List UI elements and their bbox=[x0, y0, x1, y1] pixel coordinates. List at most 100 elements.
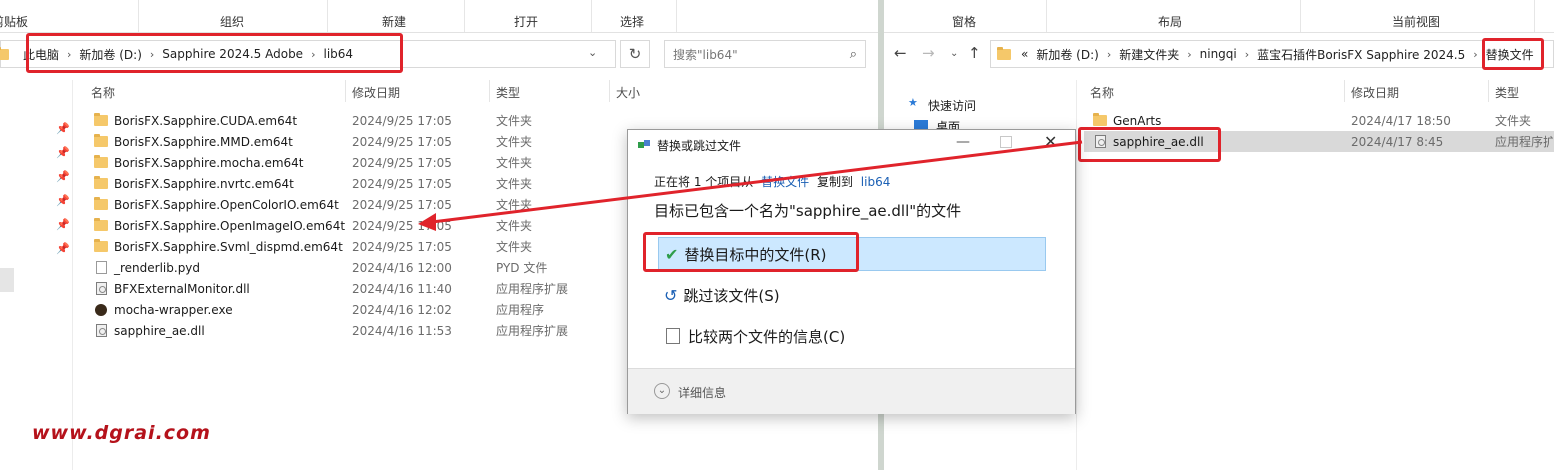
chevron-right-icon[interactable]: › bbox=[1103, 48, 1115, 61]
table-row[interactable]: BorisFX.Sapphire.OpenColorIO.em64t bbox=[94, 194, 339, 215]
destination-link[interactable]: lib64 bbox=[861, 175, 891, 189]
column-header-name[interactable]: 名称 bbox=[1090, 84, 1114, 101]
table-row[interactable]: BorisFX.Sapphire.mocha.em64t bbox=[94, 152, 304, 173]
refresh-icon[interactable]: ↻ bbox=[620, 40, 650, 68]
watermark-text: www.dgrai.com bbox=[32, 422, 211, 444]
table-row[interactable]: mocha-wrapper.exe bbox=[95, 299, 233, 320]
file-date: 2024/9/25 17:05 bbox=[352, 155, 452, 170]
file-type: 应用程序 bbox=[496, 303, 545, 317]
annotation-red-box-right-path bbox=[1482, 38, 1544, 70]
annotation-red-box-left-path bbox=[26, 33, 403, 73]
crumb-ningqi[interactable]: ningqi bbox=[1196, 47, 1241, 61]
chevron-right-icon[interactable]: › bbox=[1241, 48, 1253, 61]
file-type: 应用程序扩展 bbox=[496, 324, 569, 338]
table-row[interactable]: BorisFX.Sapphire.CUDA.em64t bbox=[94, 110, 297, 131]
dll-file-icon bbox=[96, 324, 107, 337]
search-placeholder: 搜索"lib64" bbox=[673, 47, 738, 62]
table-row[interactable]: BorisFX.Sapphire.MMD.em64t bbox=[94, 131, 293, 152]
column-header-size[interactable]: 大小 bbox=[616, 84, 640, 101]
ribbon-clipboard-label: 剪贴板 bbox=[0, 15, 29, 29]
table-row[interactable]: BFXExternalMonitor.dll bbox=[96, 278, 250, 299]
pin-icon[interactable]: 📌 bbox=[56, 146, 70, 159]
compare-option-label: 比较两个文件的信息(C) bbox=[688, 327, 846, 346]
pin-icon[interactable]: 📌 bbox=[56, 170, 70, 183]
crumb-overflow[interactable]: « bbox=[1017, 47, 1032, 61]
maximize-icon[interactable] bbox=[1000, 136, 1012, 148]
compare-files-option[interactable]: 比较两个文件的信息(C) bbox=[658, 319, 1046, 353]
ribbon-pane-label[interactable]: 窗格 bbox=[952, 13, 976, 30]
column-header-type[interactable]: 类型 bbox=[1495, 84, 1519, 101]
chevron-down-icon[interactable]: ⌄ bbox=[950, 48, 958, 59]
file-date: 2024/4/16 11:40 bbox=[352, 281, 452, 296]
right-address-bar[interactable]: « 新加卷 (D:) › 新建文件夹 › ningqi › 蓝宝石插件Boris… bbox=[990, 40, 1554, 68]
file-date: 2024/9/25 17:05 bbox=[352, 197, 452, 212]
chevron-down-icon[interactable]: ⌄ bbox=[588, 46, 597, 59]
ribbon-divider bbox=[1534, 0, 1535, 32]
details-toggle[interactable]: 详细信息 bbox=[678, 384, 726, 401]
column-header-name[interactable]: 名称 bbox=[91, 84, 115, 101]
ribbon-current-view-label[interactable]: 当前视图 bbox=[1392, 13, 1440, 30]
search-icon[interactable]: ⌕ bbox=[850, 47, 857, 62]
file-type: 文件夹 bbox=[496, 135, 533, 149]
crumb-drive[interactable]: 新加卷 (D:) bbox=[1032, 46, 1102, 63]
ribbon-divider bbox=[591, 0, 592, 32]
file-name: GenArts bbox=[1113, 113, 1162, 128]
table-row[interactable]: sapphire_ae.dll bbox=[96, 320, 205, 341]
ribbon-organize-label[interactable]: 组织 bbox=[220, 13, 244, 30]
ribbon-layout-label[interactable]: 布局 bbox=[1158, 13, 1182, 30]
skip-file-option[interactable]: ↺ 跳过该文件(S) bbox=[658, 278, 1046, 312]
pin-icon[interactable]: 📌 bbox=[56, 242, 70, 255]
file-name: _renderlib.pyd bbox=[114, 260, 201, 275]
pin-icon[interactable]: 📌 bbox=[56, 218, 70, 231]
chevron-right-icon[interactable]: › bbox=[1469, 48, 1481, 61]
chevron-right-icon[interactable]: › bbox=[1183, 48, 1195, 61]
column-header-type[interactable]: 类型 bbox=[496, 84, 520, 101]
pin-icon[interactable]: 📌 bbox=[56, 194, 70, 207]
ribbon-divider bbox=[138, 0, 139, 32]
pin-icon[interactable]: 📌 bbox=[56, 122, 70, 135]
file-date: 2024/9/25 17:05 bbox=[352, 239, 452, 254]
nav-quick-access[interactable]: 快速访问 bbox=[928, 97, 976, 114]
table-row[interactable]: BorisFX.Sapphire.Svml_dispmd.em64t bbox=[94, 236, 343, 257]
left-nav-pane: 📌 📌 📌 📌 📌 📌 bbox=[0, 80, 73, 470]
minimize-icon[interactable]: — bbox=[956, 134, 970, 150]
file-type: 文件夹 bbox=[496, 114, 533, 128]
pane-divider bbox=[1076, 80, 1077, 470]
folder-icon bbox=[94, 239, 108, 252]
crumb-new-folder[interactable]: 新建文件夹 bbox=[1115, 46, 1183, 63]
file-name: BorisFX.Sapphire.mocha.em64t bbox=[114, 155, 304, 170]
file-name: BFXExternalMonitor.dll bbox=[114, 281, 250, 296]
left-search-input[interactable]: 搜索"lib64" ⌕ bbox=[664, 40, 866, 68]
table-row[interactable]: _renderlib.pyd bbox=[96, 257, 200, 278]
column-header-modified[interactable]: 修改日期 bbox=[352, 84, 400, 101]
column-header-modified[interactable]: 修改日期 bbox=[1351, 84, 1399, 101]
crumb-sapphire-plugin[interactable]: 蓝宝石插件BorisFX Sapphire 2024.5 bbox=[1253, 46, 1469, 63]
back-arrow-icon[interactable]: ← bbox=[894, 44, 907, 62]
file-name: mocha-wrapper.exe bbox=[114, 302, 233, 317]
left-ribbon: 剪贴板 组织 新建 打开 选择 bbox=[0, 0, 878, 33]
expand-chevron-icon[interactable]: ⌄ bbox=[654, 383, 670, 399]
folder-icon bbox=[94, 113, 108, 126]
folder-icon bbox=[94, 176, 108, 189]
file-date: 2024/4/16 12:00 bbox=[352, 260, 452, 275]
file-type: 文件夹 bbox=[496, 198, 533, 212]
file-date: 2024/9/25 17:05 bbox=[352, 113, 452, 128]
source-link[interactable]: 替换文件 bbox=[761, 175, 809, 189]
ribbon-select-label[interactable]: 选择 bbox=[620, 13, 644, 30]
ribbon-open-label[interactable]: 打开 bbox=[514, 13, 538, 30]
up-arrow-icon[interactable]: ↑ bbox=[968, 44, 981, 62]
table-row[interactable]: BorisFX.Sapphire.OpenImageIO.em64t bbox=[94, 215, 345, 236]
copy-dialog-icon bbox=[638, 140, 650, 150]
file-type: 应用程序扩 bbox=[1495, 135, 1553, 149]
ribbon-new-label[interactable]: 新建 bbox=[382, 13, 406, 30]
folder-icon bbox=[1093, 113, 1107, 126]
nav-selected-item[interactable] bbox=[0, 268, 14, 292]
close-icon[interactable]: ✕ bbox=[1044, 132, 1057, 151]
forward-arrow-icon[interactable]: → bbox=[922, 44, 935, 62]
table-row[interactable]: BorisFX.Sapphire.nvrtc.em64t bbox=[94, 173, 294, 194]
column-divider bbox=[609, 80, 610, 102]
exe-file-icon bbox=[95, 303, 107, 316]
file-type: 文件夹 bbox=[1495, 114, 1532, 128]
ribbon-divider bbox=[1300, 0, 1301, 32]
folder-icon bbox=[94, 197, 108, 210]
